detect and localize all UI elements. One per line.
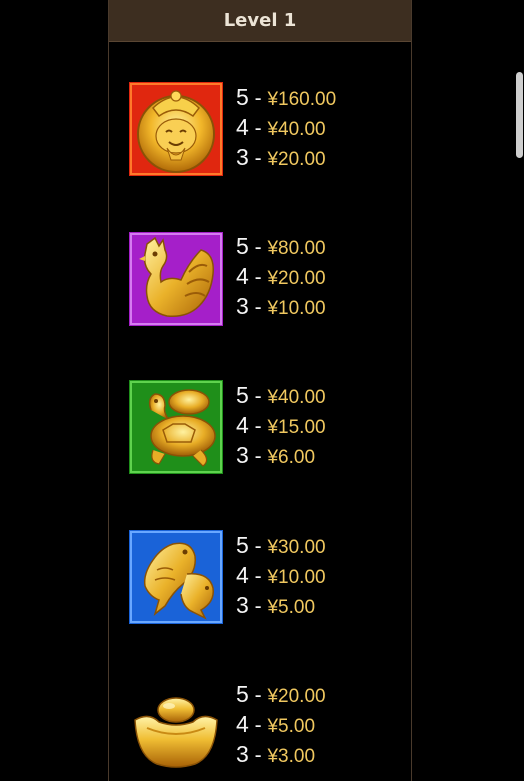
payout-amount: ¥5.00 bbox=[267, 716, 316, 737]
payout-amount: ¥80.00 bbox=[267, 238, 326, 259]
payout-amount: ¥40.00 bbox=[267, 387, 326, 408]
payout-amount: ¥3.00 bbox=[267, 746, 316, 767]
payout-amount: ¥160.00 bbox=[267, 89, 337, 110]
payout-list: 5 - ¥80.00 4 - ¥20.00 3 - ¥10.00 bbox=[236, 231, 326, 321]
payout-line: 4 - ¥15.00 bbox=[236, 412, 326, 438]
payout-line: 5 - ¥160.00 bbox=[236, 84, 337, 110]
golden-rooster-icon bbox=[129, 232, 223, 326]
match-count: 3 bbox=[236, 293, 249, 319]
payout-amount: ¥10.00 bbox=[267, 298, 326, 319]
match-count: 3 bbox=[236, 741, 249, 767]
paytable-row: 5 - ¥40.00 4 - ¥15.00 3 - ¥6.00 bbox=[109, 380, 409, 490]
payout-line: 3 - ¥20.00 bbox=[236, 144, 326, 170]
payout-amount: ¥6.00 bbox=[267, 447, 316, 468]
payout-amount: ¥10.00 bbox=[267, 567, 326, 588]
payout-line: 5 - ¥80.00 bbox=[236, 233, 326, 259]
payout-line: 3 - ¥10.00 bbox=[236, 293, 326, 319]
match-count: 5 bbox=[236, 382, 249, 408]
payout-list: 5 - ¥160.00 4 - ¥40.00 3 - ¥20.00 bbox=[236, 82, 336, 172]
match-count: 4 bbox=[236, 114, 249, 140]
match-count: 3 bbox=[236, 442, 249, 468]
payout-list: 5 - ¥40.00 4 - ¥15.00 3 - ¥6.00 bbox=[236, 380, 326, 470]
fortune-god-icon bbox=[129, 82, 223, 176]
match-count: 5 bbox=[236, 233, 249, 259]
gold-ingot-icon bbox=[129, 682, 223, 776]
match-count: 4 bbox=[236, 412, 249, 438]
scrollbar-thumb[interactable] bbox=[516, 72, 523, 158]
golden-turtle-icon bbox=[129, 380, 223, 474]
payout-amount: ¥20.00 bbox=[267, 268, 326, 289]
match-count: 3 bbox=[236, 592, 249, 618]
payout-list: 5 - ¥30.00 4 - ¥10.00 3 - ¥5.00 bbox=[236, 530, 326, 620]
payout-line: 3 - ¥3.00 bbox=[236, 741, 316, 767]
golden-koi-fish-icon bbox=[129, 530, 223, 624]
payout-line: 3 - ¥6.00 bbox=[236, 442, 316, 468]
paytable-row: 5 - ¥80.00 4 - ¥20.00 3 - ¥10.00 bbox=[109, 231, 409, 341]
payout-amount: ¥20.00 bbox=[267, 149, 326, 170]
payout-line: 4 - ¥5.00 bbox=[236, 711, 316, 737]
payout-line: 4 - ¥10.00 bbox=[236, 562, 326, 588]
match-count: 4 bbox=[236, 562, 249, 588]
match-count: 3 bbox=[236, 144, 249, 170]
paytable-panel: Level 1 5 - ¥160.00 4 - ¥40.00 3 - ¥20.0… bbox=[108, 0, 412, 781]
payout-list: 5 - ¥20.00 4 - ¥5.00 3 - ¥3.00 bbox=[236, 679, 326, 769]
payout-amount: ¥15.00 bbox=[267, 417, 326, 438]
payout-line: 5 - ¥20.00 bbox=[236, 681, 326, 707]
level-title: Level 1 bbox=[223, 10, 297, 31]
payout-line: 5 - ¥30.00 bbox=[236, 532, 326, 558]
match-count: 4 bbox=[236, 263, 249, 289]
payout-line: 3 - ¥5.00 bbox=[236, 592, 316, 618]
payout-line: 4 - ¥20.00 bbox=[236, 263, 326, 289]
payout-amount: ¥5.00 bbox=[267, 597, 316, 618]
match-count: 5 bbox=[236, 532, 249, 558]
level-header: Level 1 bbox=[109, 0, 411, 42]
payout-line: 5 - ¥40.00 bbox=[236, 382, 326, 408]
paytable-row: 5 - ¥30.00 4 - ¥10.00 3 - ¥5.00 bbox=[109, 530, 409, 640]
paytable-row: 5 - ¥20.00 4 - ¥5.00 3 - ¥3.00 bbox=[109, 679, 409, 781]
payout-amount: ¥40.00 bbox=[267, 119, 326, 140]
payout-amount: ¥30.00 bbox=[267, 537, 326, 558]
match-count: 5 bbox=[236, 681, 249, 707]
match-count: 4 bbox=[236, 711, 249, 737]
match-count: 5 bbox=[236, 84, 249, 110]
paytable-row: 5 - ¥160.00 4 - ¥40.00 3 - ¥20.00 bbox=[109, 82, 409, 192]
payout-amount: ¥20.00 bbox=[267, 686, 326, 707]
payout-line: 4 - ¥40.00 bbox=[236, 114, 326, 140]
